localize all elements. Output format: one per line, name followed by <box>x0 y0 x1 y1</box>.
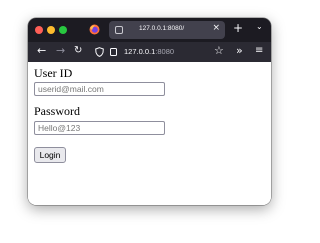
overflow-chevron-icon[interactable]: » <box>236 45 243 56</box>
shield-icon[interactable] <box>95 47 104 57</box>
bookmark-star-icon[interactable]: ☆ <box>214 45 224 56</box>
user-id-label: User ID <box>34 66 73 80</box>
url-port: :8080 <box>155 47 175 56</box>
reload-icon[interactable]: ↻ <box>74 46 82 56</box>
firefox-logo-icon <box>89 24 100 35</box>
tab-title: 127.0.0.1:8080/ <box>139 25 185 32</box>
tab-close-icon[interactable]: × <box>212 24 220 33</box>
new-tab-icon[interactable]: + <box>233 22 243 34</box>
page-icon[interactable] <box>110 48 117 56</box>
maximize-window-icon[interactable] <box>59 26 67 34</box>
password-label: Password <box>34 104 81 118</box>
login-button[interactable]: Login <box>34 147 66 163</box>
tab-active[interactable]: 127.0.0.1:8080/ × <box>109 21 225 39</box>
url-bar[interactable]: 127.0.0.1:8080 <box>124 47 174 56</box>
url-host: 127.0.0.1 <box>124 47 156 56</box>
hamburger-menu-icon[interactable]: ≡ <box>255 46 263 56</box>
forward-arrow-icon[interactable]: → <box>56 45 65 56</box>
back-arrow-icon[interactable]: ← <box>37 45 46 56</box>
user-id-input[interactable] <box>34 82 165 96</box>
tab-strip: 127.0.0.1:8080/ × + ⌄ <box>28 18 271 42</box>
browser-window: 127.0.0.1:8080/ × + ⌄ ← → ↻ 127.0.0.1:80… <box>28 18 271 205</box>
navigation-toolbar: ← → ↻ 127.0.0.1:8080 ☆ » ≡ <box>28 42 271 62</box>
page-content: User ID Password Login <box>28 62 271 205</box>
close-window-icon[interactable] <box>35 26 43 34</box>
tab-list-icon[interactable]: ⌄ <box>256 23 263 31</box>
page-icon <box>115 26 123 34</box>
minimize-window-icon[interactable] <box>47 26 55 34</box>
password-input[interactable] <box>34 121 165 135</box>
